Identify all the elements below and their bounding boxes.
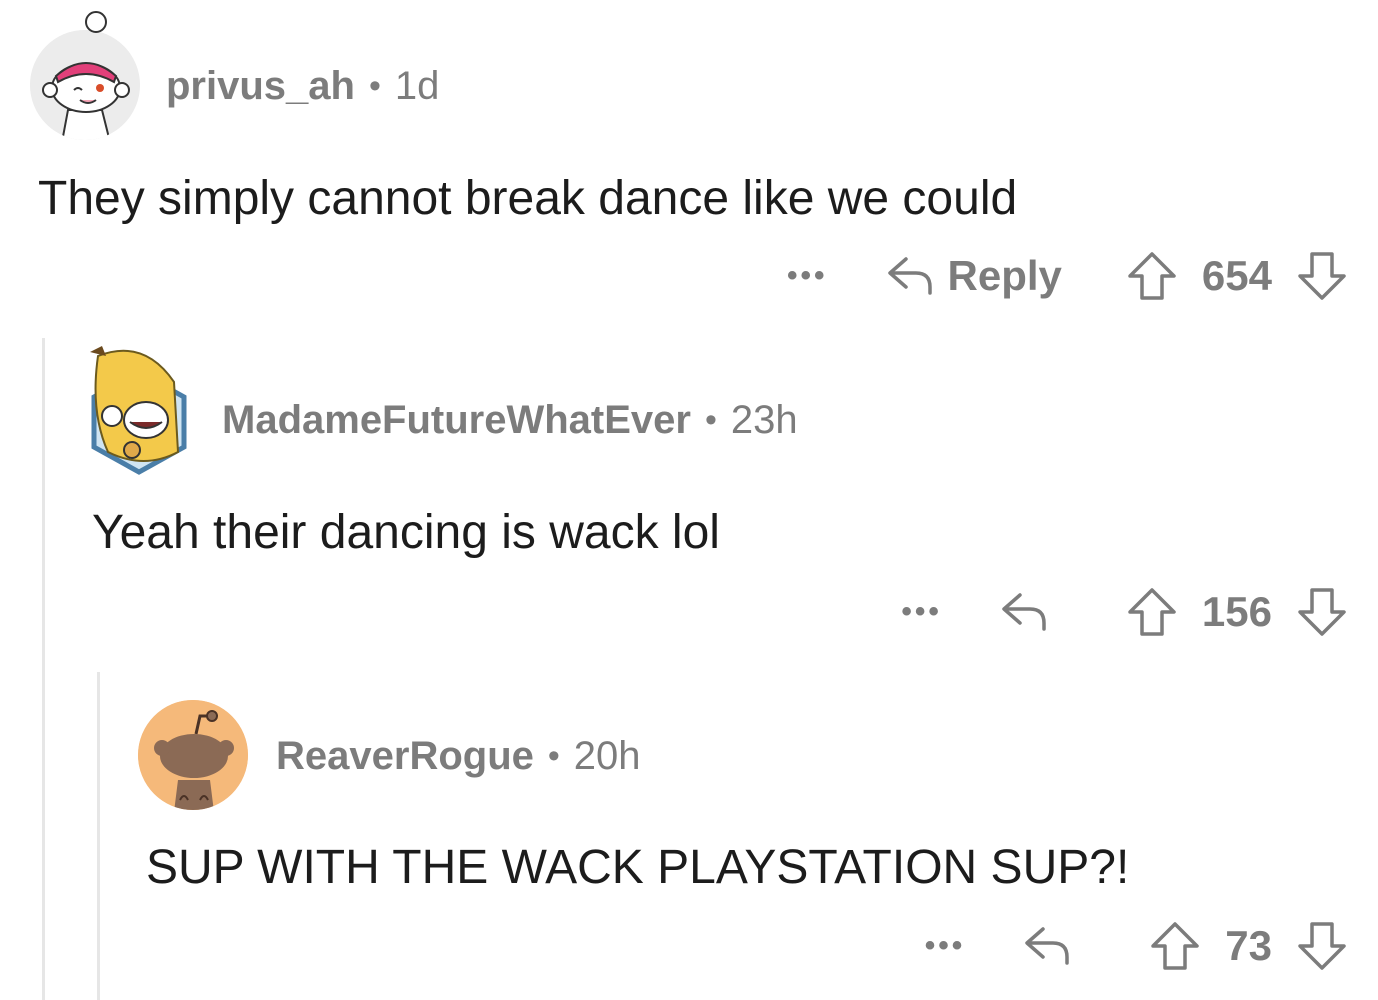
comment-body: SUP WITH THE WACK PLAYSTATION SUP?! [146,841,1130,894]
reply-button[interactable]: Reply [886,252,1062,300]
downvote-icon[interactable] [1296,586,1348,638]
meta-separator: • [704,401,717,439]
upvote-icon[interactable] [1149,920,1201,972]
snoo-avatar-icon [138,700,248,810]
more-options-button[interactable]: ••• [787,259,828,293]
user-avatar[interactable] [30,30,140,140]
comment-meta: privus_ah • 1d [166,62,439,110]
comment-body: Yeah their dancing is wack lol [92,506,720,559]
comment-body: They simply cannot break dance like we c… [38,172,1018,225]
user-avatar[interactable] [84,342,194,477]
reply-label: Reply [947,252,1062,299]
comment-actions: ••• 73 [925,916,1348,976]
comment-timestamp[interactable]: 20h [574,732,641,780]
comment-actions: ••• 156 [901,582,1348,642]
downvote-icon[interactable] [1296,250,1348,302]
comment-meta: MadameFutureWhatEver • 23h [222,396,798,444]
username-link[interactable]: MadameFutureWhatEver [222,396,691,444]
reply-arrow-icon [1025,927,1070,965]
upvote-icon[interactable] [1126,586,1178,638]
reply-button[interactable] [1023,925,1085,967]
banana-avatar-icon [90,346,187,475]
comment-meta: ReaverRogue • 20h [276,732,641,780]
downvote-icon[interactable] [1296,920,1348,972]
vote-score: 73 [1225,922,1272,969]
upvote-icon[interactable] [1126,250,1178,302]
vote-score: 156 [1201,588,1272,635]
comment-timestamp[interactable]: 1d [395,62,440,110]
reply-arrow-icon [1002,593,1046,631]
snoo-avatar-icon [30,30,140,140]
meta-separator: • [368,67,381,105]
comment-actions: ••• Reply 654 [787,246,1348,306]
more-options-button[interactable]: ••• [901,595,942,629]
thread-line-level-1[interactable] [42,338,45,1000]
reply-arrow-icon [887,257,932,295]
meta-separator: • [547,737,560,775]
reply-button[interactable] [1000,591,1062,633]
user-avatar[interactable] [138,700,248,810]
username-link[interactable]: privus_ah [166,62,355,110]
thread-line-level-2[interactable] [97,672,100,1000]
username-link[interactable]: ReaverRogue [276,732,534,780]
snoo-antenna-icon [85,11,107,33]
comment-timestamp[interactable]: 23h [731,396,798,444]
more-options-button[interactable]: ••• [925,929,966,963]
vote-score: 654 [1201,252,1272,299]
